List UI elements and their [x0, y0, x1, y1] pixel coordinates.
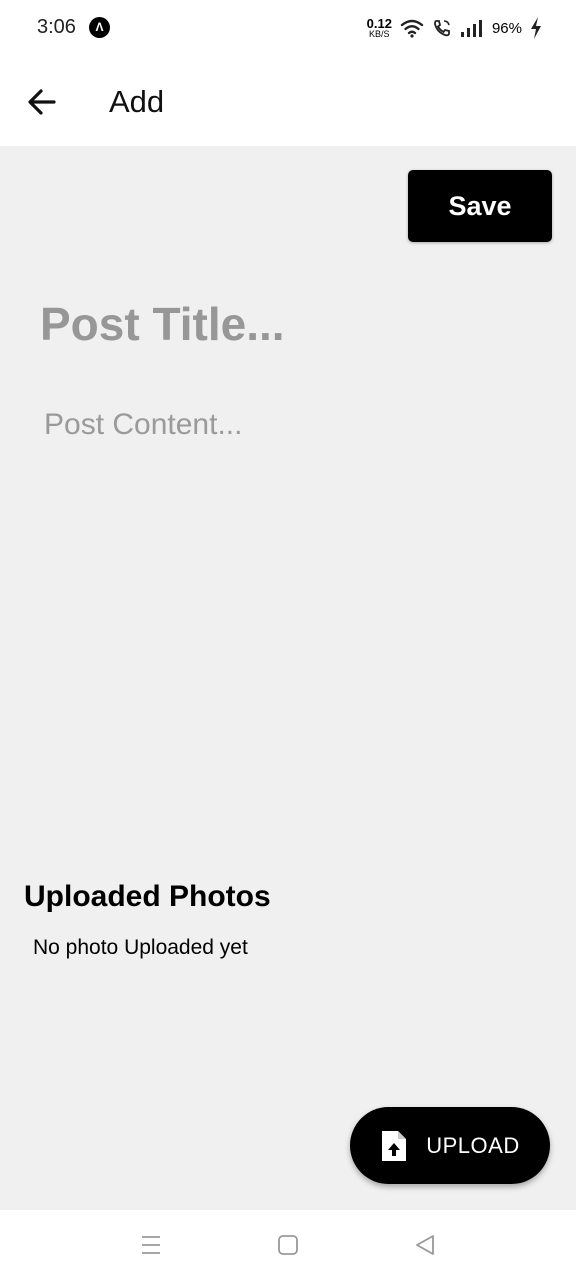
post-title-input[interactable]: [40, 294, 540, 354]
uploaded-photos-heading: Uploaded Photos: [24, 880, 271, 913]
battery-percent: 96%: [491, 19, 522, 37]
back-arrow-icon[interactable]: [24, 84, 60, 120]
save-button[interactable]: Save: [408, 170, 552, 242]
upload-button-label: UPLOAD: [426, 1132, 520, 1158]
network-speed-unit: KB/S: [369, 29, 390, 39]
charging-icon: [531, 17, 541, 39]
page-title: Add: [109, 84, 165, 119]
system-nav-bar: [0, 1210, 576, 1280]
file-upload-icon: [382, 1130, 407, 1161]
app-notification-icon: Λ: [89, 17, 110, 38]
status-time: 3:06: [37, 16, 76, 38]
wifi-icon: [400, 19, 424, 38]
status-icons: 0.12 KB/S 96%: [367, 14, 542, 42]
menu-icon[interactable]: [136, 1230, 166, 1260]
network-speed: 0.12 KB/S: [367, 17, 392, 39]
signal-icon: [460, 20, 482, 37]
app-bar: Add: [0, 56, 576, 146]
wifi-call-icon: [434, 20, 450, 37]
editor-area: Save Uploaded Photos No photo Uploaded y…: [0, 146, 576, 1210]
post-content-input[interactable]: [44, 408, 544, 708]
empty-photos-message: No photo Uploaded yet: [33, 936, 248, 959]
upload-button[interactable]: UPLOAD: [350, 1107, 550, 1184]
back-triangle-icon[interactable]: [410, 1230, 440, 1260]
status-bar: 3:06 Λ 0.12 KB/S 96%: [0, 0, 576, 56]
home-icon[interactable]: [273, 1230, 303, 1260]
